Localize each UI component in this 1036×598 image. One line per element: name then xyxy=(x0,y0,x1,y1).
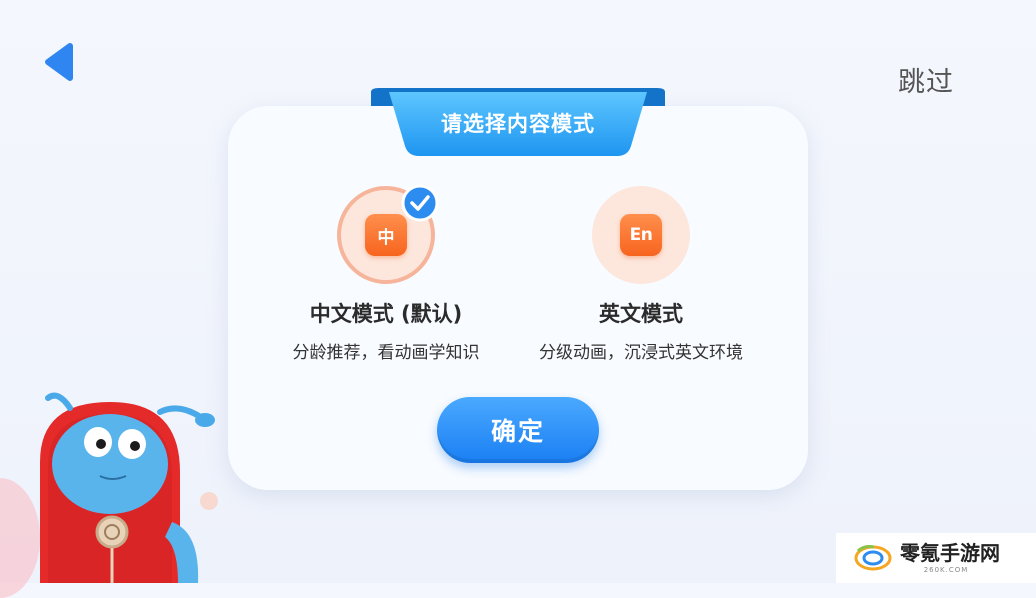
option-icon-circle: 中 xyxy=(337,184,439,284)
option-title: 英文模式 xyxy=(599,302,683,326)
dialog-title: 请选择内容模式 xyxy=(441,112,595,136)
option-description: 分龄推荐，看动画学知识 xyxy=(292,343,480,363)
watermark: 零氪手游网 260K.COM xyxy=(836,533,1036,583)
back-arrow-icon[interactable] xyxy=(38,40,82,84)
watermark-logo-icon xyxy=(854,545,892,571)
option-chinese-mode[interactable]: 中 中文模式 (默认) 分龄推荐，看动画学知识 xyxy=(256,184,516,363)
option-english-mode[interactable]: En 英文模式 分级动画，沉浸式英文环境 xyxy=(511,186,771,363)
decorative-bubble xyxy=(200,492,218,510)
option-icon-circle: En xyxy=(592,186,690,284)
mascot-character-illustration xyxy=(40,392,215,583)
confirm-button[interactable]: 确定 xyxy=(437,397,599,463)
option-title: 中文模式 (默认) xyxy=(309,302,463,326)
check-icon xyxy=(401,184,439,222)
option-description: 分级动画，沉浸式英文环境 xyxy=(539,343,743,363)
watermark-domain: 260K.COM xyxy=(923,565,969,574)
watermark-name: 零氪手游网 xyxy=(900,540,1000,565)
english-badge-icon: En xyxy=(620,214,662,256)
skip-button[interactable]: 跳过 xyxy=(898,60,954,99)
